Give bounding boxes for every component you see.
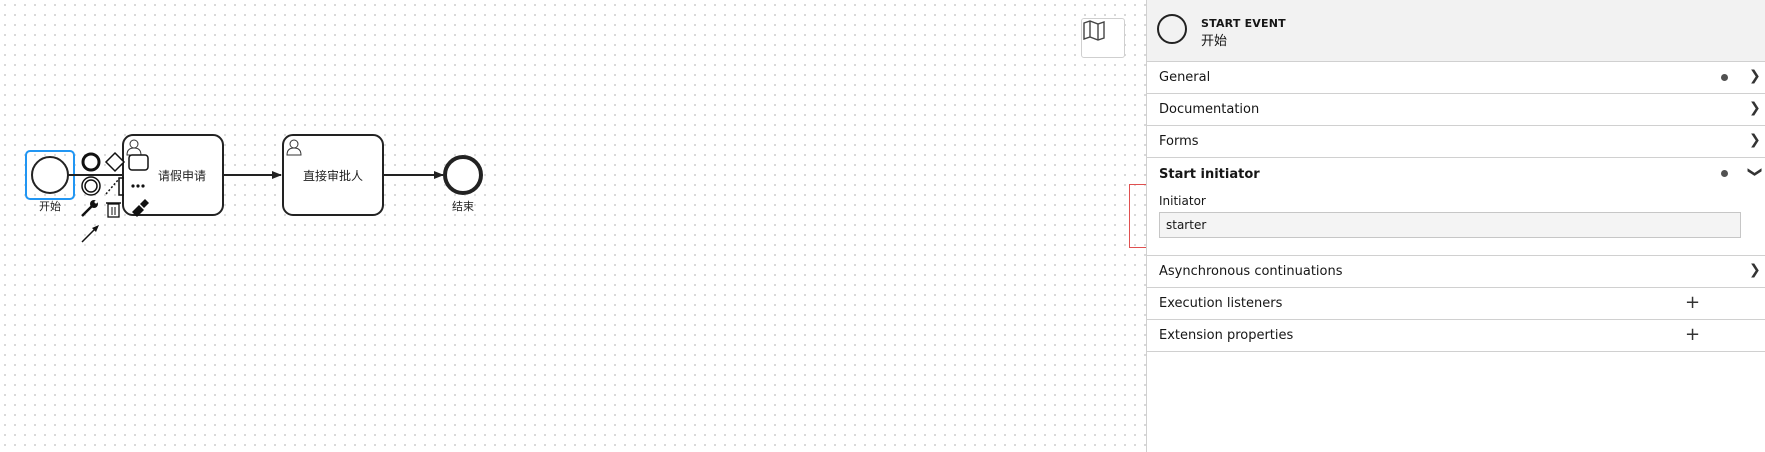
append-end-event-icon[interactable] <box>81 152 101 172</box>
task-direct-approver-label: 直接审批人 <box>302 169 363 183</box>
end-event-label: 结束 <box>452 200 474 213</box>
initiator-label: Initiator <box>1159 194 1206 208</box>
start-event-circle-icon <box>1157 14 1187 44</box>
group-title: General <box>1159 70 1211 85</box>
element-name: 开始 <box>1201 34 1228 49</box>
group-title: Asynchronous continuations <box>1159 264 1343 279</box>
chevron-right-icon: ❯ <box>1749 100 1761 116</box>
start-event-label: 开始 <box>39 200 61 213</box>
delete-trash-icon[interactable] <box>106 202 121 218</box>
chevron-right-icon: ❯ <box>1749 132 1761 148</box>
panel-header: START EVENT 开始 <box>1147 0 1765 62</box>
group-start-initiator[interactable]: Start initiator ❯ <box>1147 158 1765 190</box>
start-event[interactable] <box>31 156 69 194</box>
group-documentation[interactable]: Documentation ❯ <box>1147 94 1765 126</box>
group-title: Start initiator <box>1159 166 1260 182</box>
connect-arrow-icon[interactable] <box>81 225 99 243</box>
chevron-right-icon: ❯ <box>1749 68 1761 84</box>
group-execution-listeners[interactable]: Execution listeners + <box>1147 288 1765 320</box>
change-type-wrench-icon[interactable] <box>81 200 98 217</box>
task-leave-request-label: 请假申请 <box>157 169 206 183</box>
group-async-continuations[interactable]: Asynchronous continuations ❯ <box>1147 256 1765 288</box>
group-extension-properties[interactable]: Extension properties + <box>1147 320 1765 352</box>
group-forms[interactable]: Forms ❯ <box>1147 126 1765 158</box>
group-title: Documentation <box>1159 102 1260 117</box>
add-property-plus-icon[interactable]: + <box>1685 324 1700 345</box>
start-initiator-body: Initiator <box>1147 190 1765 256</box>
group-title: Execution listeners <box>1159 296 1283 311</box>
element-type: START EVENT <box>1201 17 1286 30</box>
chevron-down-icon: ❯ <box>1746 166 1763 178</box>
data-marker-dot <box>1721 170 1728 177</box>
append-gateway-icon[interactable] <box>104 151 126 173</box>
chevron-right-icon: ❯ <box>1749 262 1761 278</box>
add-listener-plus-icon[interactable]: + <box>1685 292 1700 313</box>
end-event[interactable] <box>443 155 483 195</box>
bpmn-diagram <box>25 134 483 243</box>
minimap-toggle-button[interactable] <box>1081 18 1125 58</box>
connect-association-icon[interactable] <box>105 179 119 195</box>
group-title: Forms <box>1159 134 1199 149</box>
bpmn-canvas[interactable]: 开始 请假申请 直接审批人 结束 <box>0 0 1146 452</box>
more-options-icon[interactable] <box>131 184 145 188</box>
map-icon <box>1083 20 1105 41</box>
group-title: Extension properties <box>1159 328 1294 343</box>
data-marker-dot <box>1721 74 1728 81</box>
initiator-input[interactable] <box>1159 212 1741 238</box>
group-general[interactable]: General ❯ <box>1147 62 1765 94</box>
properties-panel: START EVENT 开始 General ❯ Documentation ❯… <box>1146 0 1765 452</box>
append-intermediate-event-icon[interactable] <box>81 176 101 196</box>
